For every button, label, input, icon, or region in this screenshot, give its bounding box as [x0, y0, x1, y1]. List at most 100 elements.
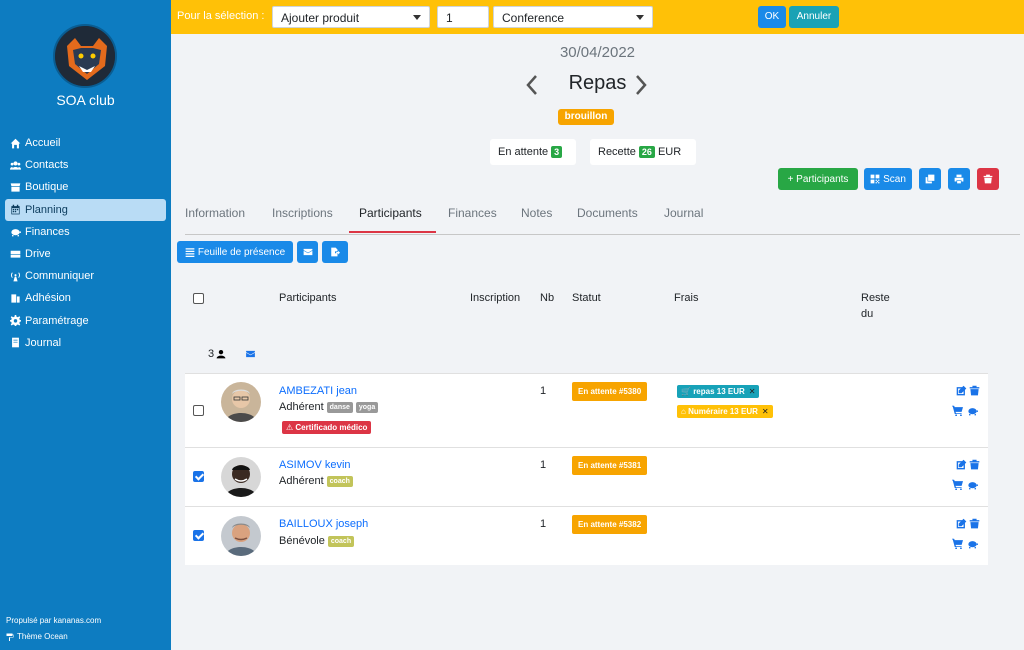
duplicate-button[interactable]	[919, 168, 941, 190]
tab-participants[interactable]: Participants	[359, 206, 422, 220]
fee-label: repas 13 EUR	[693, 387, 745, 396]
trash-icon[interactable]	[969, 385, 980, 396]
sidebar-item-communiquer[interactable]: Communiquer	[5, 265, 166, 287]
sidebar-item-label: Paramétrage	[25, 314, 89, 327]
sidebar-item-drive[interactable]: Drive	[5, 243, 166, 265]
sidebar-item-label: Adhésion	[25, 292, 71, 305]
sidebar-item-label: Finances	[25, 225, 70, 238]
email-button[interactable]	[297, 241, 318, 263]
edit-icon[interactable]	[956, 385, 967, 396]
chevron-down-icon	[636, 15, 644, 20]
row-checkbox[interactable]	[193, 530, 204, 541]
tag-badge: danse	[326, 401, 353, 413]
tab-notes[interactable]: Notes	[521, 206, 552, 220]
action-select[interactable]: Ajouter produit	[272, 6, 430, 28]
cart-icon[interactable]	[952, 479, 963, 491]
edit-icon[interactable]	[956, 518, 967, 529]
print-button[interactable]	[948, 168, 970, 190]
user-icon	[216, 349, 226, 359]
cart-icon[interactable]	[952, 538, 963, 550]
sidebar-item-boutique[interactable]: Boutique	[5, 176, 166, 198]
select-all-checkbox[interactable]	[193, 293, 204, 304]
status-badge[interactable]: En attente #5381	[572, 456, 648, 475]
club-logo	[53, 24, 117, 88]
qrcode-icon	[870, 174, 880, 184]
gear-icon	[8, 315, 22, 326]
trash-icon[interactable]	[969, 459, 980, 470]
participant-role: Adhérent danse yoga	[279, 401, 379, 413]
participant-name-link[interactable]: ASIMOV kevin	[279, 459, 351, 471]
tab-documents[interactable]: Documents	[577, 206, 638, 220]
fee-badge[interactable]: ⌂ Numéraire 13 EUR ✕	[677, 405, 773, 418]
status-badge[interactable]: En attente #5380	[572, 382, 648, 401]
participant-name-link[interactable]: BAILLOUX joseph	[279, 518, 368, 530]
nb-value: 1	[540, 385, 547, 397]
warning-icon: ⚠	[286, 423, 296, 432]
close-icon[interactable]: ✕	[762, 407, 769, 416]
sidebar-menu: Accueil Contacts Boutique Planning Finan…	[5, 132, 166, 354]
sidebar-item-parametrage[interactable]: Paramétrage	[5, 310, 166, 332]
tab-finances[interactable]: Finances	[448, 206, 497, 220]
cash-icon: ⌂	[681, 407, 689, 416]
fee-badge[interactable]: 🛒 repas 13 EUR ✕	[677, 385, 760, 398]
revenue-label: Recette	[598, 146, 636, 158]
theme-link[interactable]: Thème Ocean	[6, 632, 68, 641]
sidebar-item-label: Contacts	[25, 159, 69, 172]
close-icon[interactable]: ✕	[749, 387, 756, 396]
role-label: Adhérent	[279, 475, 324, 487]
export-button[interactable]	[322, 241, 348, 263]
active-tab-indicator	[349, 231, 436, 233]
cancel-button[interactable]: Annuler	[789, 6, 839, 28]
tab-journal[interactable]: Journal	[664, 206, 703, 220]
avatar	[221, 516, 261, 556]
title-row: Repas	[171, 72, 1024, 95]
attendance-sheet-label: Feuille de présence	[197, 246, 286, 258]
quantity-input[interactable]: 1	[437, 6, 489, 28]
tag-badge: coach	[327, 535, 355, 547]
col-frais: Frais	[674, 292, 699, 304]
participant-name-link[interactable]: AMBEZATI jean	[279, 385, 357, 397]
chevron-left-icon[interactable]	[525, 74, 539, 96]
attendance-sheet-button[interactable]: Feuille de présence	[177, 241, 293, 263]
sidebar-item-journal[interactable]: Journal	[5, 332, 166, 354]
fee-label: Numéraire 13 EUR	[688, 407, 758, 416]
piggy-bank-icon[interactable]	[967, 405, 978, 416]
product-select[interactable]: Conference	[493, 6, 653, 28]
chevron-down-icon	[413, 15, 421, 20]
row-checkbox[interactable]	[193, 405, 204, 416]
piggy-bank-icon[interactable]	[967, 538, 978, 549]
sidebar-item-adhesion[interactable]: Adhésion	[5, 287, 166, 309]
sidebar-item-planning[interactable]: Planning	[5, 198, 166, 221]
drive-icon	[8, 248, 22, 259]
status-badge[interactable]: En attente #5382	[572, 515, 648, 534]
certificate-label: Certificado médico	[295, 423, 368, 432]
email-all-icon[interactable]	[245, 349, 256, 359]
tab-information[interactable]: Information	[185, 206, 245, 220]
sidebar-item-accueil[interactable]: Accueil	[5, 132, 166, 154]
powered-by[interactable]: Propulsé par kananas.com	[6, 616, 101, 625]
trash-icon[interactable]	[969, 518, 980, 529]
col-nb: Nb	[540, 292, 555, 304]
role-label: Adhérent	[279, 401, 324, 413]
edit-icon[interactable]	[956, 459, 967, 470]
cart-icon[interactable]	[952, 405, 963, 417]
print-icon	[954, 174, 964, 184]
row-checkbox[interactable]	[193, 471, 204, 482]
sidebar-item-finances[interactable]: Finances	[5, 221, 166, 243]
chevron-right-icon[interactable]	[634, 74, 648, 96]
piggy-bank-icon[interactable]	[967, 479, 978, 490]
revenue-badge: 26	[638, 146, 655, 158]
ok-button[interactable]: OK	[758, 6, 786, 28]
tab-inscriptions[interactable]: Inscriptions	[272, 206, 333, 220]
copy-icon	[925, 174, 935, 184]
add-participants-button[interactable]: + Participants	[778, 168, 858, 190]
home-icon	[8, 138, 22, 149]
pending-label: En attente	[498, 146, 549, 158]
pending-stat: En attente 3	[490, 139, 576, 165]
piggy-bank-icon	[8, 226, 22, 237]
scan-button[interactable]: Scan	[864, 168, 912, 190]
cart-icon: 🛒	[681, 387, 694, 396]
sidebar-item-contacts[interactable]: Contacts	[5, 154, 166, 176]
list-icon	[185, 248, 195, 257]
delete-button[interactable]	[977, 168, 999, 190]
